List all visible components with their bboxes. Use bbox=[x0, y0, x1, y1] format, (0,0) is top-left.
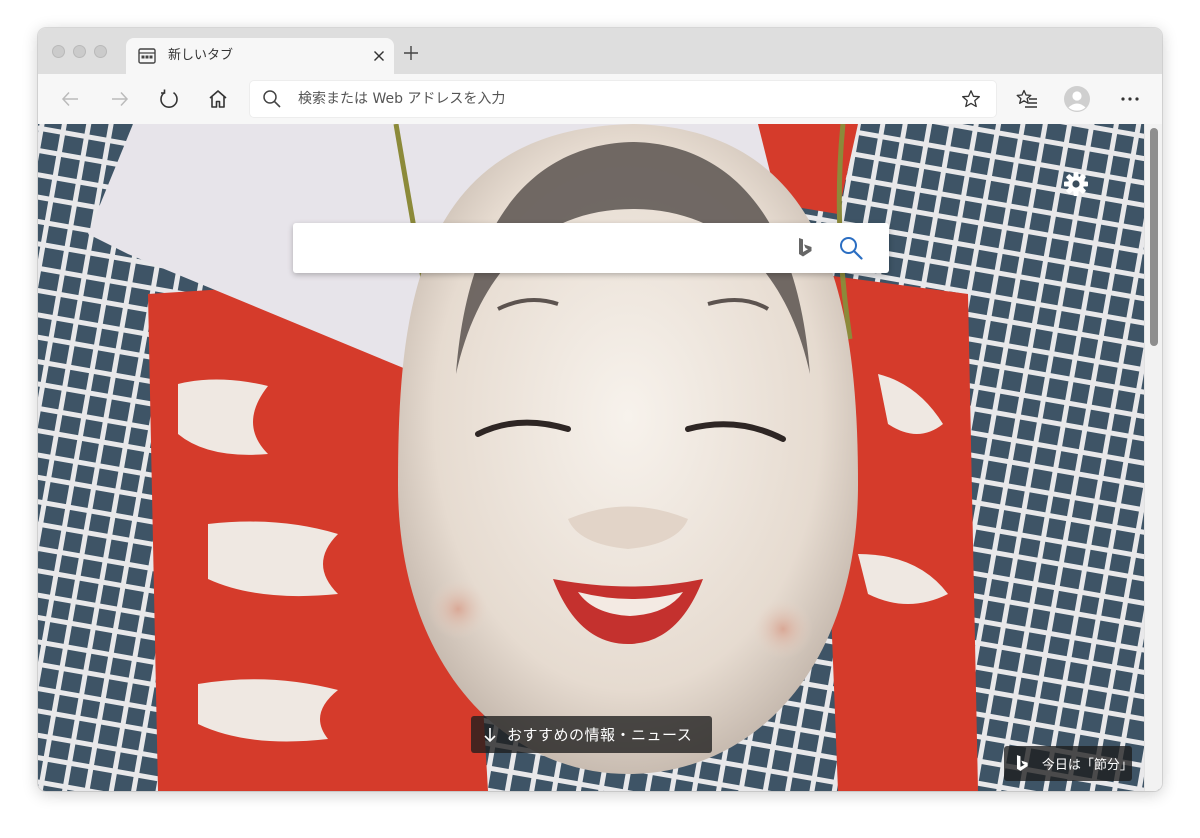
back-button[interactable] bbox=[56, 85, 84, 113]
search-icon[interactable] bbox=[838, 235, 864, 261]
home-button[interactable] bbox=[204, 85, 232, 113]
news-feed-label: おすすめの情報・ニュース bbox=[507, 725, 693, 744]
web-search-input[interactable] bbox=[307, 223, 777, 273]
arrow-left-icon bbox=[61, 91, 78, 107]
search-icon bbox=[263, 90, 281, 108]
image-of-the-day-label: 今日は「節分」 bbox=[1041, 758, 1133, 773]
page-settings-button[interactable] bbox=[1062, 170, 1090, 198]
favorites-list-icon bbox=[1016, 89, 1037, 108]
address-bar[interactable] bbox=[250, 81, 996, 117]
arrow-down-icon bbox=[484, 727, 496, 742]
minimize-window-button[interactable] bbox=[73, 45, 86, 58]
tab-title: 新しいタブ bbox=[168, 48, 234, 63]
web-search-box[interactable] bbox=[293, 223, 889, 273]
image-of-the-day-button[interactable]: 今日は「節分」 bbox=[1004, 746, 1133, 781]
plus-icon bbox=[404, 46, 418, 60]
toolbar bbox=[38, 74, 1162, 125]
browser-window: 新しいタブ 検索または Web アドレスを入力 おすすめの情報・ニュース 今日は… bbox=[38, 28, 1162, 791]
home-icon bbox=[209, 90, 227, 108]
avatar bbox=[1064, 86, 1090, 112]
arrow-right-icon bbox=[112, 91, 129, 107]
profile-button[interactable] bbox=[1063, 85, 1091, 113]
tab-close-button[interactable] bbox=[368, 45, 390, 67]
tab-new-tab[interactable]: 新しいタブ bbox=[126, 38, 394, 74]
close-icon bbox=[374, 51, 384, 61]
vertical-scrollbar[interactable] bbox=[1144, 124, 1162, 791]
address-input[interactable] bbox=[298, 81, 938, 117]
news-feed-button[interactable]: おすすめの情報・ニュース bbox=[471, 716, 712, 753]
new-tab-button[interactable] bbox=[400, 42, 422, 64]
favorites-button[interactable] bbox=[1013, 85, 1041, 113]
refresh-icon bbox=[160, 89, 178, 109]
close-window-button[interactable] bbox=[52, 45, 65, 58]
add-favorite-button[interactable] bbox=[960, 88, 982, 110]
bing-logo-icon bbox=[1016, 754, 1028, 771]
new-tab-page: おすすめの情報・ニュース 今日は「節分」 bbox=[38, 124, 1162, 791]
settings-more-button[interactable] bbox=[1116, 85, 1144, 113]
star-icon bbox=[962, 90, 980, 108]
forward-button[interactable] bbox=[106, 85, 134, 113]
gear-icon bbox=[1064, 172, 1088, 196]
bing-logo-icon bbox=[799, 238, 812, 257]
more-horizontal-icon bbox=[1121, 97, 1139, 101]
scrollbar-thumb[interactable] bbox=[1150, 128, 1158, 346]
refresh-button[interactable] bbox=[155, 85, 183, 113]
zoom-window-button[interactable] bbox=[94, 45, 107, 58]
new-tab-page-icon bbox=[138, 48, 156, 64]
tab-strip: 新しいタブ bbox=[38, 28, 1162, 74]
